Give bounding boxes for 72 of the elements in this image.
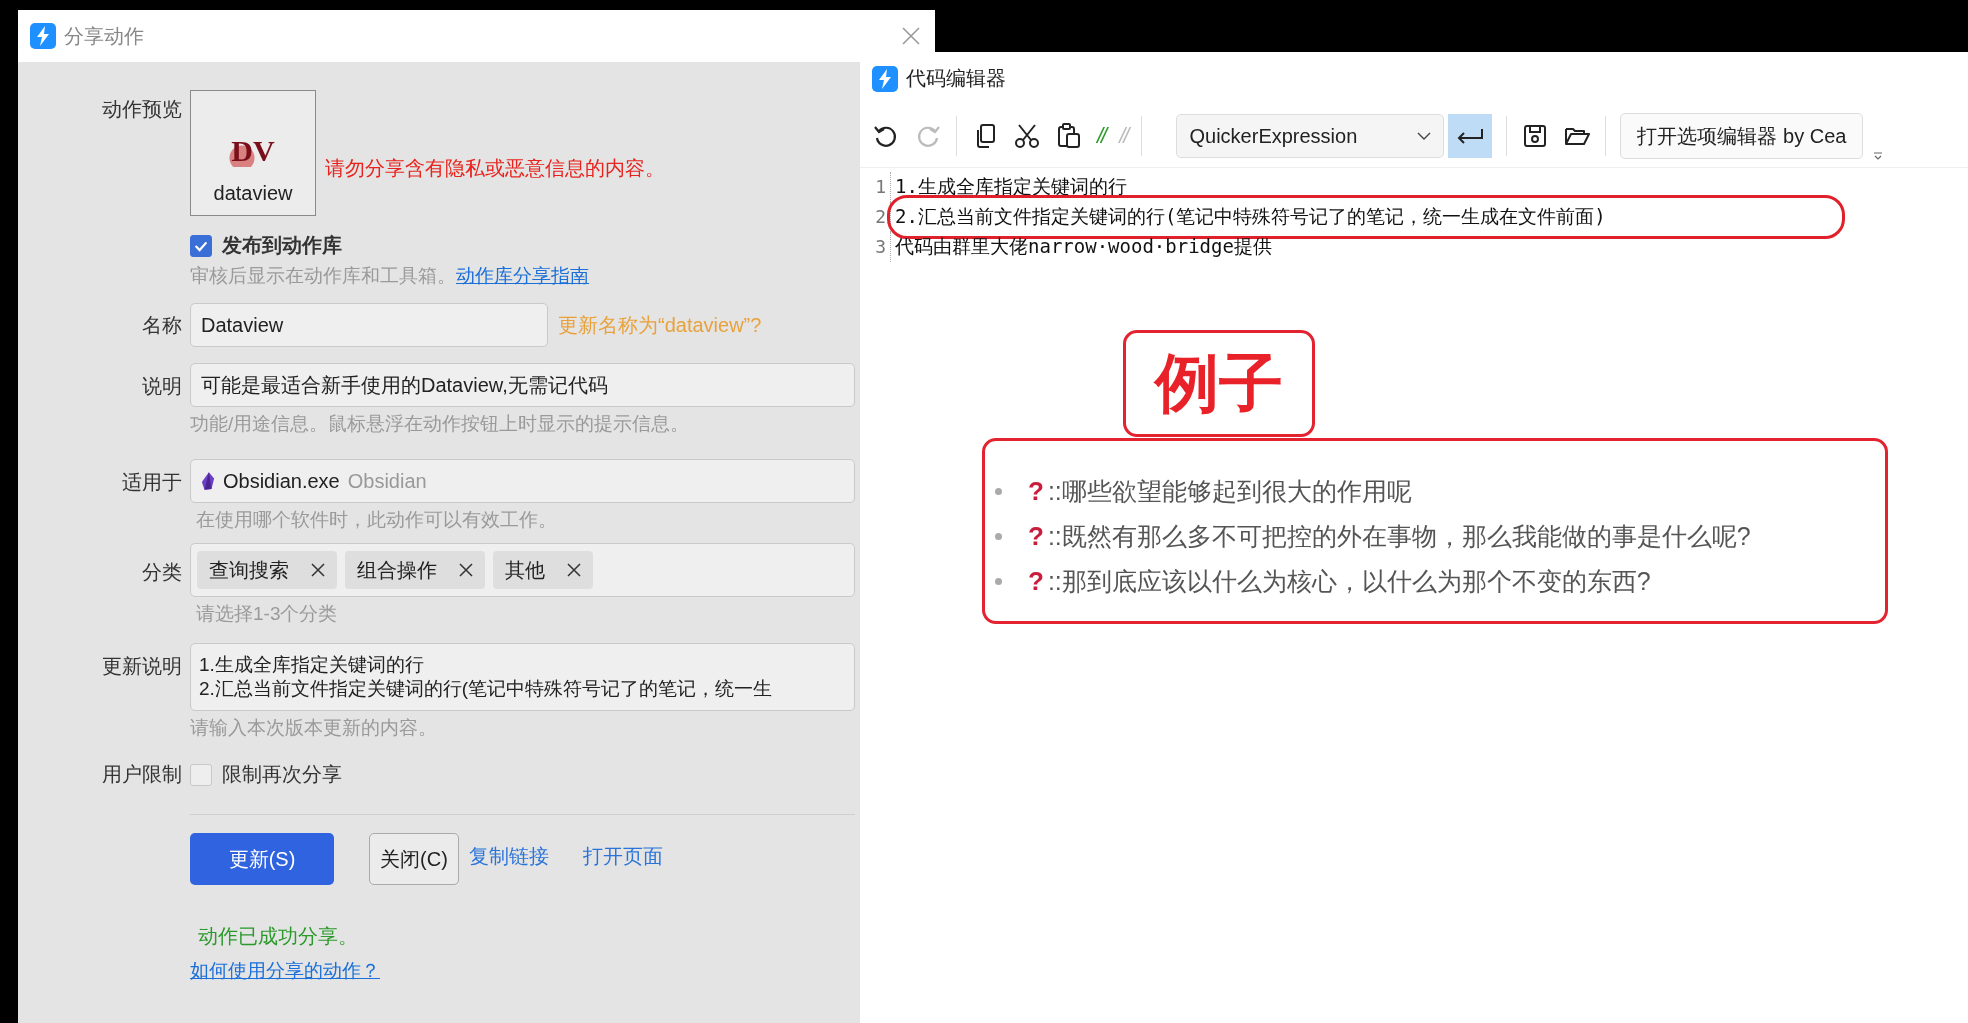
question-mark: ?	[1028, 521, 1044, 552]
annotation-label: 例子	[1123, 330, 1315, 437]
app-name: Obsidian	[347, 469, 427, 493]
list-item-text: ::那到底应该以什么为核心，以什么为那个不变的东西?	[1047, 566, 1651, 597]
close-button[interactable]: 关闭(C)	[369, 833, 459, 885]
window-title: 代码编辑器	[906, 66, 1006, 91]
question-mark: ?	[1028, 566, 1044, 597]
field-label: 用户限制	[101, 762, 182, 787]
options-editor-button[interactable]: 打开选项编辑器 by Cea	[1620, 113, 1864, 159]
category-tag[interactable]: 其他	[493, 551, 593, 589]
paste-icon[interactable]	[1055, 122, 1083, 150]
name-field[interactable]: Dataview	[190, 303, 548, 347]
line-number: 1	[860, 172, 891, 202]
hint-text: 请选择1-3个分类	[195, 602, 339, 626]
window-title: 分享动作	[64, 23, 144, 49]
app-logo-icon	[872, 65, 898, 92]
code-line: 代码由群里大佬narrow·wood·bridge提供	[894, 234, 1272, 259]
category-field[interactable]: 查询搜索 组合操作 其他	[190, 543, 855, 597]
help-link[interactable]: 如何使用分享的动作？	[190, 958, 380, 984]
checkbox[interactable]	[190, 234, 212, 257]
language-dropdown[interactable]: QuickerExpression	[1176, 114, 1445, 158]
code-line: 1.生成全库指定关键词的行	[894, 174, 1127, 199]
exe-name: Obsidian.exe	[223, 469, 340, 493]
cut-icon[interactable]	[1013, 122, 1041, 150]
action-preview[interactable]: DV dataview	[190, 90, 316, 216]
category-tag[interactable]: 组合操作	[345, 551, 485, 589]
checkbox[interactable]	[190, 763, 212, 786]
list-item-text: ::既然有那么多不可把控的外在事物，那么我能做的事是什么呢?	[1047, 521, 1751, 552]
close-icon[interactable]	[901, 26, 921, 46]
guide-link[interactable]: 动作库分享指南	[456, 263, 589, 289]
description-field[interactable]: 可能是最适合新手使用的Dataview,无需记代码	[190, 363, 855, 407]
field-label: 说明	[141, 374, 182, 399]
update-button[interactable]: 更新(S)	[190, 833, 334, 885]
bullet-icon	[995, 533, 1002, 540]
code-line: 2.汇总当前文件指定关键词的行(笔记中特殊符号记了的笔记，统一生成在文件前面)	[894, 204, 1606, 229]
action-name: dataview	[213, 182, 293, 205]
action-link[interactable]: 打开页面	[583, 842, 663, 870]
field-label: 更新说明	[101, 654, 182, 679]
remove-icon[interactable]	[459, 563, 473, 577]
category-tag[interactable]: 查询搜索	[197, 551, 337, 589]
list-item-text: ::哪些欲望能够起到很大的作用呢	[1047, 476, 1412, 507]
action-link[interactable]: 复制链接	[469, 842, 549, 870]
remove-icon[interactable]	[567, 563, 581, 577]
checkbox-label[interactable]: 限制再次分享	[222, 761, 342, 788]
line-number: 2	[860, 202, 891, 232]
update-notes-field[interactable]: 1.生成全库指定关键词的行 2.汇总当前文件指定关键词的行(笔记中特殊符号记了的笔记，统一生	[190, 643, 855, 711]
overflow-icon[interactable]	[1873, 151, 1884, 161]
bullet-icon	[995, 578, 1002, 585]
gem-icon	[201, 471, 215, 491]
chevron-down-icon	[1417, 132, 1432, 140]
app-field[interactable]: Obsidian.exe Obsidian	[190, 459, 855, 503]
field-label: 分类	[141, 560, 182, 585]
hint-text: 功能/用途信息。鼠标悬浮在动作按钮上时显示的提示信息。	[190, 412, 691, 436]
field-label: 动作预览	[101, 97, 182, 122]
success-message: 动作已成功分享。	[197, 924, 359, 949]
hint-text: 审核后显示在动作库和工具箱。	[190, 264, 456, 288]
bullet-icon	[995, 488, 1002, 495]
checkbox-label[interactable]: 发布到动作库	[222, 232, 342, 259]
comment-button[interactable]: //	[1097, 123, 1106, 149]
field-label: 名称	[141, 312, 182, 338]
warning-text: 请勿分享含有隐私或恶意信息的内容。	[325, 156, 665, 181]
field-label: 适用于	[121, 470, 182, 495]
line-number: 3	[860, 232, 891, 262]
word-wrap-toggle[interactable]	[1448, 114, 1493, 158]
hint-text: 请输入本次版本更新的内容。	[190, 716, 438, 740]
return-arrow-icon	[1456, 126, 1485, 146]
text-line: 2.汇总当前文件指定关键词的行(笔记中特殊符号记了的笔记，统一生	[199, 677, 773, 701]
text-line: 1.生成全库指定关键词的行	[199, 653, 424, 677]
question-mark: ?	[1028, 476, 1044, 507]
remove-icon[interactable]	[311, 563, 325, 577]
hint-text: 在使用哪个软件时，此动作可以有效工作。	[195, 508, 558, 532]
app-logo-icon	[30, 23, 56, 49]
